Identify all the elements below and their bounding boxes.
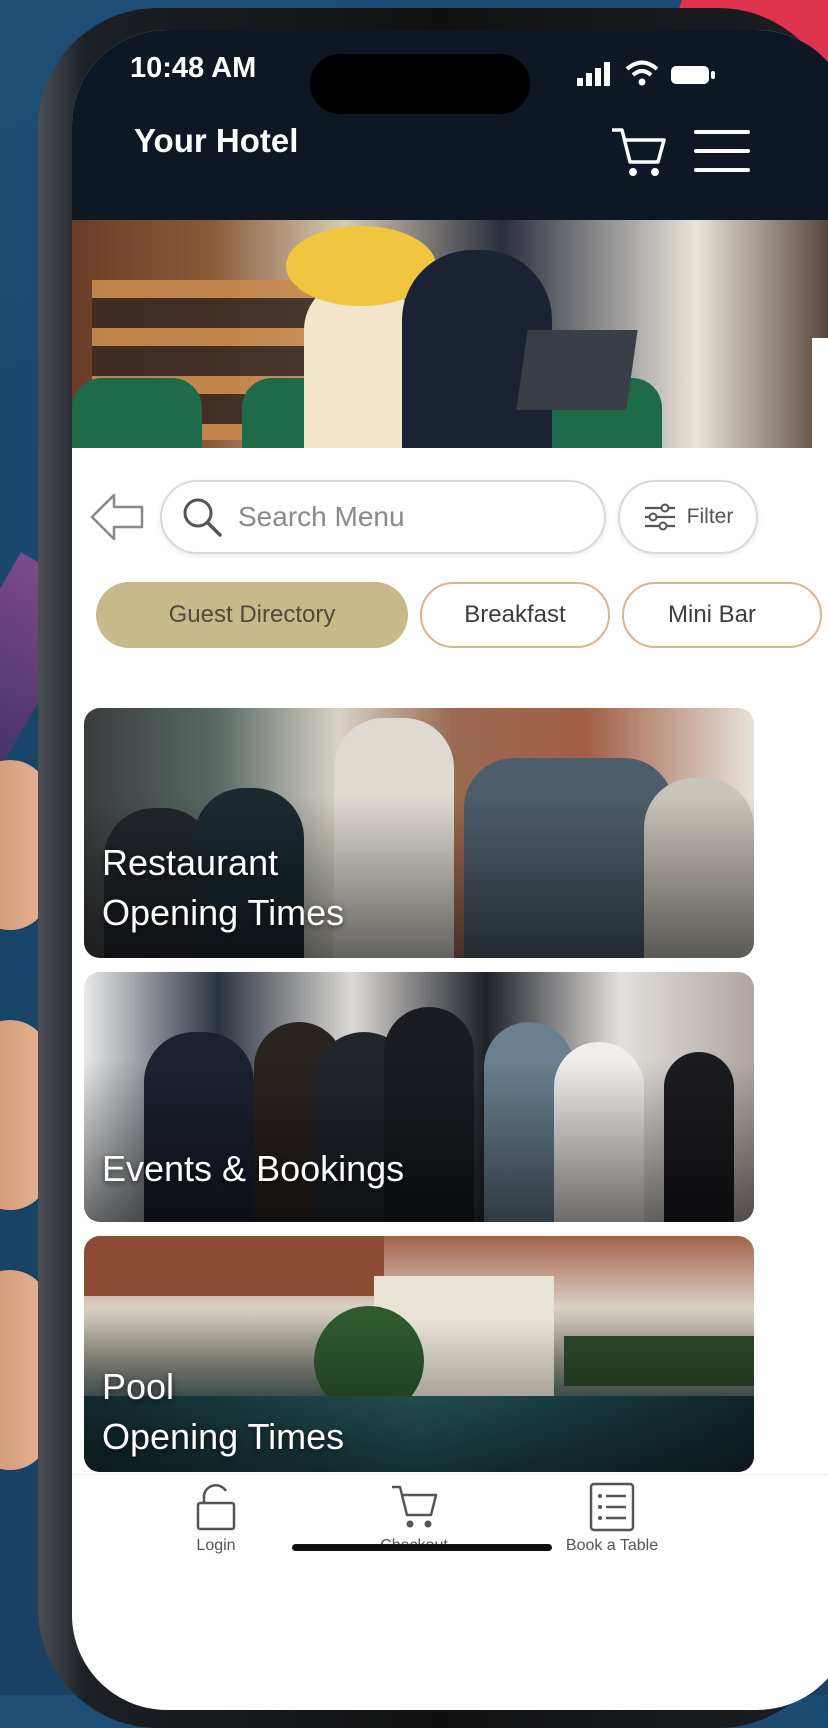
hamburger-menu-button[interactable] bbox=[694, 130, 750, 176]
card-title-line: Pool bbox=[102, 1366, 175, 1407]
search-box[interactable] bbox=[160, 480, 606, 554]
menu-line bbox=[694, 130, 750, 134]
battery-icon bbox=[671, 66, 715, 84]
back-arrow-icon bbox=[90, 493, 144, 541]
hero-image bbox=[72, 220, 828, 448]
card-title-line: Restaurant bbox=[102, 842, 279, 883]
wifi-icon bbox=[625, 60, 659, 86]
search-icon bbox=[183, 498, 222, 537]
app-header: 10:48 AM Your Hotel bbox=[72, 30, 828, 220]
menu-line bbox=[694, 149, 750, 153]
phone-screen: 10:48 AM Your Hotel Search Menu Filter G… bbox=[72, 30, 828, 1710]
card-title: Pool Opening Times bbox=[102, 1362, 344, 1462]
nav-label: Login bbox=[196, 1537, 236, 1554]
category-chips: Guest Directory Breakfast Mini Bar bbox=[96, 582, 828, 652]
filter-label: Filter bbox=[686, 505, 734, 528]
search-row: Filter bbox=[72, 478, 828, 558]
pool-card[interactable]: Pool Opening Times bbox=[84, 1236, 754, 1472]
card-title: Restaurant Opening Times bbox=[102, 838, 344, 938]
filter-button[interactable]: Filter bbox=[618, 480, 758, 554]
back-button[interactable] bbox=[88, 490, 146, 544]
hero-chair bbox=[72, 378, 202, 448]
chip-breakfast[interactable]: Breakfast bbox=[420, 582, 610, 648]
nav-book-table[interactable]: Book a Table bbox=[532, 1481, 692, 1555]
events-card[interactable]: Events & Bookings bbox=[84, 972, 754, 1222]
lock-icon bbox=[196, 1484, 236, 1531]
nav-login[interactable]: Login bbox=[136, 1481, 296, 1555]
dynamic-island bbox=[310, 54, 530, 114]
nav-label: Book a Table bbox=[565, 1537, 659, 1554]
status-time: 10:48 AM bbox=[130, 52, 257, 84]
chip-guest-directory[interactable]: Guest Directory bbox=[96, 582, 408, 648]
sliders-icon bbox=[644, 503, 675, 531]
menu-line bbox=[694, 168, 750, 172]
hotel-title: Your Hotel bbox=[134, 122, 299, 159]
card-title: Events & Bookings bbox=[102, 1144, 404, 1194]
restaurant-card[interactable]: Restaurant Opening Times bbox=[84, 708, 754, 958]
signal-icon bbox=[577, 62, 610, 86]
card-title-line: Events & Bookings bbox=[102, 1148, 405, 1189]
hero-laptop bbox=[516, 330, 638, 410]
bottom-nav: Login Checkout Book a Table bbox=[72, 1474, 828, 1595]
cart-icon bbox=[392, 1485, 438, 1528]
card-title-line: Opening Times bbox=[102, 1416, 345, 1457]
card-title-line: Opening Times bbox=[102, 892, 345, 933]
hero-edge bbox=[812, 338, 828, 448]
search-input[interactable] bbox=[236, 500, 580, 534]
status-icons bbox=[577, 60, 715, 86]
chip-mini-bar[interactable]: Mini Bar bbox=[622, 582, 822, 648]
home-indicator[interactable] bbox=[292, 1544, 552, 1551]
cart-button[interactable] bbox=[608, 122, 668, 182]
cart-icon bbox=[612, 128, 666, 176]
list-icon bbox=[589, 1482, 635, 1532]
